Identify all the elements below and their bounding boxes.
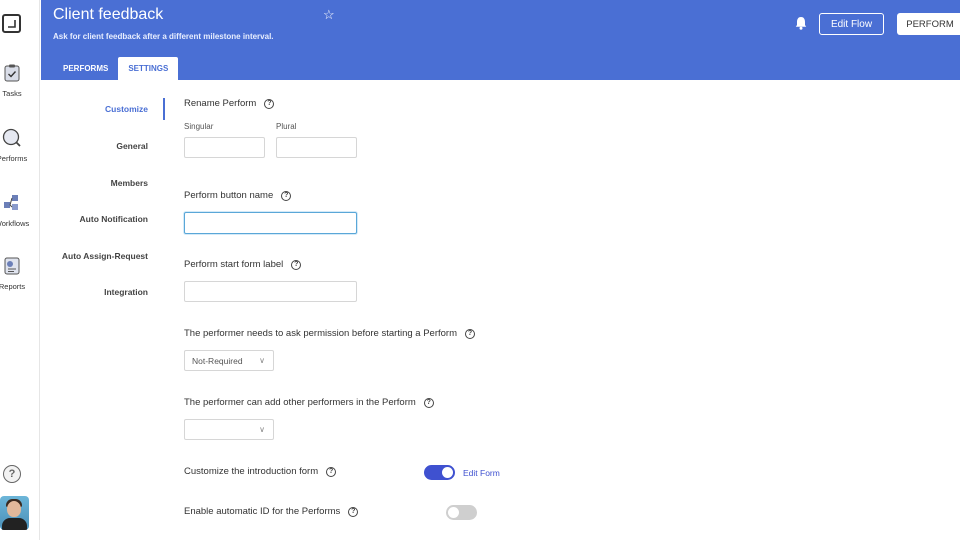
settings-nav-general[interactable]: General bbox=[41, 135, 165, 157]
auto-id-toggle[interactable] bbox=[446, 505, 477, 520]
help-icon[interactable]: ? bbox=[348, 506, 359, 517]
settings-form: Rename Perform ? Singular Plural Perform… bbox=[184, 80, 960, 540]
clipboard-icon bbox=[0, 62, 24, 84]
edit-flow-button[interactable]: Edit Flow bbox=[819, 13, 884, 35]
app-window: Tasks Performs Workflows Reports ? bbox=[0, 0, 960, 540]
star-icon[interactable]: ☆ bbox=[323, 7, 335, 23]
settings-nav-customize[interactable]: Customize bbox=[41, 98, 165, 120]
chevron-down-icon: ∨ bbox=[259, 425, 265, 434]
settings-nav-auto-notification[interactable]: Auto Notification bbox=[41, 208, 165, 230]
help-icon[interactable]: ? bbox=[291, 259, 302, 270]
settings-nav-auto-assign-request[interactable]: Auto Assign-Request bbox=[41, 245, 165, 267]
auto-id-label: Enable automatic ID for the Performs ? bbox=[184, 506, 359, 517]
start-form-label: Perform start form label ? bbox=[184, 259, 302, 270]
chevron-down-icon: ∨ bbox=[259, 356, 265, 365]
add-performers-label: The performer can add other performers i… bbox=[184, 397, 434, 408]
report-icon bbox=[0, 255, 24, 277]
permission-select[interactable]: Not-Required ∨ bbox=[184, 350, 274, 371]
help-icon[interactable]: ? bbox=[281, 190, 292, 201]
help-icon[interactable]: ? bbox=[423, 397, 434, 408]
plural-label: Plural bbox=[276, 122, 297, 131]
rail-item-label: Performs bbox=[0, 154, 28, 163]
singular-input[interactable] bbox=[184, 137, 265, 158]
page-header: Client feedback ☆ Ask for client feedbac… bbox=[41, 0, 960, 80]
perform-button[interactable]: PERFORM bbox=[897, 13, 960, 35]
rail-item-workflows[interactable]: Workflows bbox=[0, 192, 30, 228]
rename-perform-label: Rename Perform ? bbox=[184, 98, 275, 109]
settings-nav: Customize General Members Auto Notificat… bbox=[41, 80, 165, 540]
help-icon[interactable]: ? bbox=[264, 98, 275, 109]
plural-input[interactable] bbox=[276, 137, 357, 158]
tab-settings[interactable]: SETTINGS bbox=[118, 57, 179, 80]
rail-item-reports[interactable]: Reports bbox=[0, 255, 26, 291]
rail-item-tasks[interactable]: Tasks bbox=[0, 62, 24, 98]
page-title: Client feedback bbox=[53, 6, 164, 23]
singular-label: Singular bbox=[184, 122, 214, 131]
search-icon bbox=[0, 127, 24, 149]
perform-button-name-label: Perform button name ? bbox=[184, 190, 292, 201]
avatar[interactable] bbox=[0, 496, 29, 530]
tab-performs[interactable]: PERFORMS bbox=[53, 57, 118, 80]
start-form-label-input[interactable] bbox=[184, 281, 357, 302]
add-performers-select[interactable]: ∨ bbox=[184, 419, 274, 440]
intro-form-toggle[interactable] bbox=[424, 465, 455, 480]
app-logo-icon[interactable] bbox=[2, 14, 21, 33]
permission-label: The performer needs to ask permission be… bbox=[184, 328, 475, 339]
page-subtitle: Ask for client feedback after a differen… bbox=[53, 32, 274, 41]
help-icon[interactable]: ? bbox=[326, 466, 337, 477]
settings-nav-integration[interactable]: Integration bbox=[41, 281, 165, 303]
bell-icon[interactable] bbox=[795, 16, 807, 35]
rail-item-label: Tasks bbox=[2, 89, 22, 98]
rail-item-label: Workflows bbox=[0, 219, 30, 228]
perform-button-name-input[interactable] bbox=[184, 212, 357, 234]
settings-nav-members[interactable]: Members bbox=[41, 172, 165, 194]
tab-bar: PERFORMS SETTINGS bbox=[53, 57, 179, 80]
edit-form-link[interactable]: Edit Form bbox=[463, 468, 500, 478]
rail-item-label: Reports bbox=[0, 282, 26, 291]
help-icon[interactable]: ? bbox=[3, 465, 21, 483]
rail-item-performs[interactable]: Performs bbox=[0, 127, 28, 163]
workflow-icon bbox=[0, 192, 24, 214]
intro-form-label: Customize the introduction form ? bbox=[184, 466, 337, 477]
left-rail: Tasks Performs Workflows Reports ? bbox=[0, 0, 40, 540]
help-icon[interactable]: ? bbox=[464, 328, 475, 339]
